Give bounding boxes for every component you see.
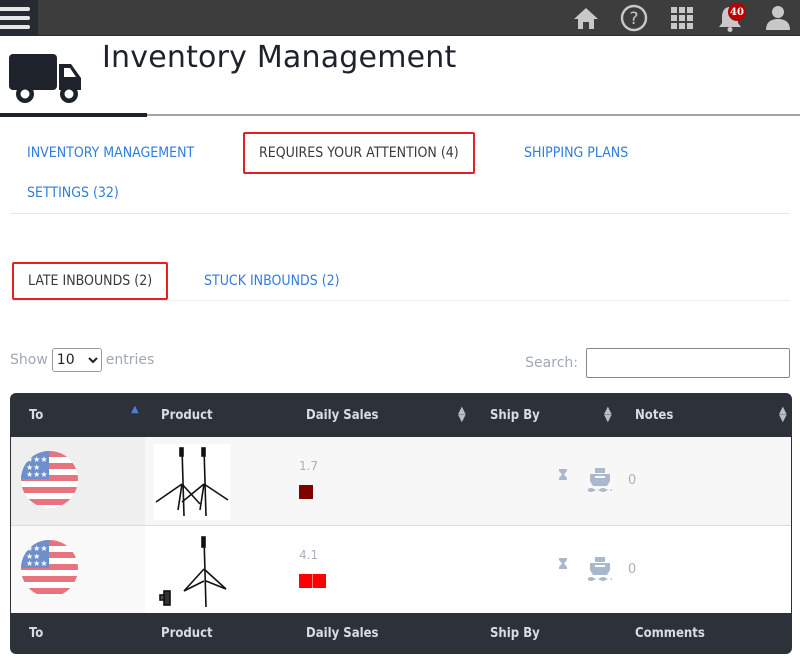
- table-row[interactable]: ★★★ ★★ ★★★ 4.1 0: [11, 526, 791, 615]
- tab-late-inbounds[interactable]: LATE INBOUNDS (2): [12, 262, 169, 300]
- svg-text:★★★: ★★★: [26, 559, 48, 568]
- tab-inventory-management[interactable]: INVENTORY MANAGEMENT: [27, 145, 194, 161]
- search-control: Search:: [525, 348, 790, 378]
- late-inbounds-table: To ▲ Product Daily Sales ▲ ▼ Ship By ▲ ▼ N…: [10, 393, 792, 654]
- entries-select[interactable]: 10: [51, 348, 102, 372]
- sort-both-icon[interactable]: ▲ ▼: [779, 406, 787, 424]
- sort-ascending-icon[interactable]: ▲: [131, 405, 139, 415]
- column-header-ship-by[interactable]: Ship By: [490, 394, 540, 437]
- notes-count: 0: [628, 562, 637, 577]
- page-header: Inventory Management: [0, 36, 800, 118]
- sort-both-icon[interactable]: ▲ ▼: [604, 406, 612, 424]
- product-image[interactable]: [154, 533, 230, 609]
- tab-shipping-plans[interactable]: SHIPPING PLANS: [524, 145, 628, 161]
- product-image[interactable]: [154, 444, 230, 520]
- show-label: Show: [10, 352, 48, 368]
- tab-requires-your-attention[interactable]: REQUIRES YOUR ATTENTION (4): [243, 132, 475, 174]
- footer-product: Product: [161, 625, 213, 641]
- daily-sales-bar: [299, 573, 326, 588]
- footer-to: To: [29, 625, 44, 641]
- page-title: Inventory Management: [102, 40, 457, 75]
- notification-badge: 40: [728, 3, 746, 21]
- footer-ship-by: Ship By: [490, 625, 540, 641]
- entries-length-control: Show 10 entries: [10, 348, 154, 372]
- hourglass-icon: [559, 554, 567, 573]
- user-icon[interactable]: [764, 4, 792, 32]
- hourglass-icon: [559, 465, 567, 484]
- us-flag-icon: ★★★ ★★ ★★★: [21, 451, 78, 508]
- tab-settings[interactable]: SETTINGS (32): [27, 185, 119, 201]
- main-tabs: INVENTORY MANAGEMENT REQUIRES YOUR ATTEN…: [10, 130, 790, 214]
- help-icon[interactable]: ?: [620, 4, 648, 32]
- sort-both-icon[interactable]: ▲ ▼: [458, 406, 466, 424]
- entries-label: entries: [105, 352, 155, 368]
- footer-daily-sales: Daily Sales: [306, 625, 379, 641]
- ship-icon: [587, 467, 613, 497]
- tab-stuck-inbounds[interactable]: STUCK INBOUNDS (2): [204, 273, 340, 289]
- ship-icon: [587, 556, 613, 586]
- truck-icon: [9, 50, 83, 108]
- cell-to: ★★★ ★★ ★★★: [11, 437, 145, 525]
- sub-tabs: LATE INBOUNDS (2) STUCK INBOUNDS (2): [10, 260, 790, 301]
- column-header-daily-sales[interactable]: Daily Sales: [306, 394, 379, 437]
- top-navigation-bar: ? 40: [0, 0, 800, 36]
- column-header-to[interactable]: To: [29, 394, 43, 437]
- search-label: Search:: [525, 355, 578, 371]
- home-icon[interactable]: [572, 4, 600, 32]
- table-row[interactable]: ★★★ ★★ ★★★ 1.7 0: [11, 437, 791, 526]
- header-divider-accent: [0, 113, 147, 117]
- table-header: To ▲ Product Daily Sales ▲ ▼ Ship By ▲ ▼ N…: [11, 394, 791, 437]
- menu-icon[interactable]: [0, 0, 38, 36]
- notes-count: 0: [628, 473, 637, 488]
- cell-to: ★★★ ★★ ★★★: [11, 526, 145, 614]
- bell-icon[interactable]: 40: [716, 3, 746, 32]
- daily-sales-value: 1.7: [299, 459, 319, 473]
- search-input[interactable]: [586, 348, 790, 378]
- svg-text:?: ?: [629, 9, 638, 29]
- apps-grid-icon[interactable]: [668, 4, 696, 32]
- footer-comments: Comments: [635, 625, 705, 641]
- daily-sales-bar: [299, 484, 313, 499]
- daily-sales-value: 4.1: [299, 548, 319, 562]
- column-header-product[interactable]: Product: [161, 394, 213, 437]
- us-flag-icon: ★★★ ★★ ★★★: [21, 540, 78, 597]
- table-footer: To Product Daily Sales Ship By Comments: [11, 613, 791, 653]
- svg-text:★★★: ★★★: [26, 470, 48, 479]
- column-header-notes[interactable]: Notes: [635, 394, 673, 437]
